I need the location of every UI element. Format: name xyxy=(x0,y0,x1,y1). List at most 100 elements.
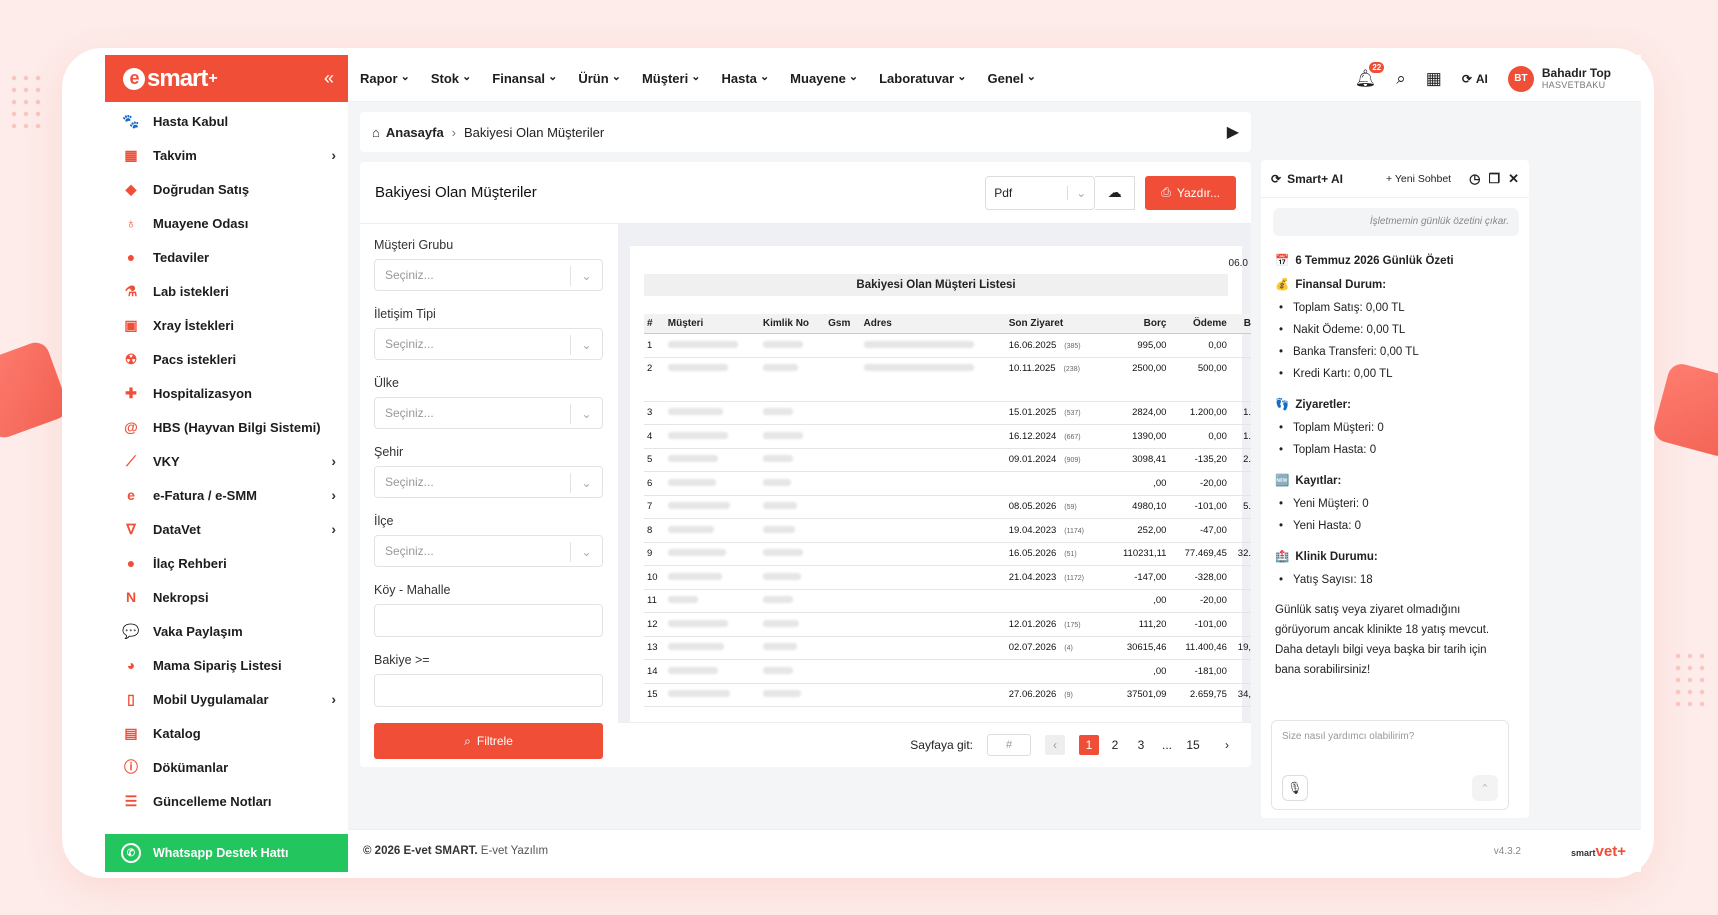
sidebar-item[interactable]: ⓘ Dökümanlar xyxy=(105,750,348,784)
table-row[interactable]: 11 ,00 -20,00 xyxy=(644,589,1251,613)
sidebar-item[interactable]: ● Tedaviler xyxy=(105,240,348,274)
sidebar-item[interactable]: e e-Fatura / e-SMM › xyxy=(105,478,348,512)
filter-input[interactable] xyxy=(374,604,603,637)
user-menu[interactable]: BT Bahadır Top HASVETBAKU xyxy=(1507,65,1611,92)
screen-play-icon[interactable]: ▶︎ xyxy=(1227,122,1239,142)
filter-select[interactable]: Seçiniz... ⌄ xyxy=(374,466,603,498)
microphone-icon[interactable]: 🎙︎ xyxy=(1282,775,1308,801)
table-row[interactable]: 4 16.12.2024 (667) 1390,00 0,00 1. xyxy=(644,424,1251,449)
prev-page-button[interactable]: ‹ xyxy=(1045,735,1065,755)
bell-icon[interactable]: 🔔︎ 22 xyxy=(1355,61,1385,89)
sidebar-item[interactable]: ▦ Takvim › xyxy=(105,138,348,172)
cell-b: 32. xyxy=(1229,542,1251,566)
report-viewer[interactable]: 06.0 Bakiyesi Olan Müşteri Listesi # Müşt… xyxy=(618,224,1251,722)
table-row[interactable]: 15 27.06.2026 (9) 37501,09 2.659,75 34, xyxy=(644,683,1251,707)
redacted-text xyxy=(667,549,726,557)
table-row[interactable]: 5 09.01.2024 (909) 3098,41 -135,20 2. xyxy=(644,448,1251,472)
goto-page-label: Sayfaya git: xyxy=(910,738,973,752)
nav-item[interactable]: Genel xyxy=(988,71,1036,86)
sidebar-item[interactable]: ♁ Muayene Odası xyxy=(105,206,348,240)
cell-odeme: 500,00 xyxy=(1169,357,1230,402)
filter-select[interactable]: Seçiniz... ⌄ xyxy=(374,259,603,291)
collapse-sidebar-icon[interactable]: « xyxy=(324,68,334,89)
next-page-button[interactable]: › xyxy=(1217,735,1237,755)
table-row[interactable]: 14 ,00 -181,00 xyxy=(644,659,1251,684)
cell-borc: 1390,00 xyxy=(1107,424,1170,449)
history-icon[interactable]: ◷ xyxy=(1469,171,1480,187)
nav-item[interactable]: Müşteri xyxy=(642,71,701,86)
sidebar-item[interactable]: 💬 Vaka Paylaşım xyxy=(105,614,348,648)
table-row[interactable]: 12 12.01.2026 (175) 111,20 -101,00 xyxy=(644,612,1251,637)
sidebar-item[interactable]: 🐾 Hasta Kabul xyxy=(105,104,348,138)
table-row[interactable]: 7 08.05.2026 (59) 4980,10 -101,00 5. xyxy=(644,495,1251,519)
sidebar-item[interactable]: ∇ DataVet › xyxy=(105,512,348,546)
page-button[interactable]: 1 xyxy=(1079,735,1099,755)
brand-logo[interactable]: e smart + xyxy=(123,65,218,93)
tag-icon: ◆ xyxy=(125,180,137,197)
sidebar-item[interactable]: ▤ Katalog xyxy=(105,716,348,750)
sidebar-item[interactable]: @ HBS (Hayvan Bilgi Sistemi) xyxy=(105,410,348,444)
table-row[interactable]: 13 02.07.2026 (4) 30615,46 11.400,46 19, xyxy=(644,636,1251,660)
sidebar-item[interactable]: ✚ Hospitalizasyon xyxy=(105,376,348,410)
print-button[interactable]: ⎙ Yazdır... xyxy=(1145,175,1236,210)
breadcrumb-separator: › xyxy=(451,124,457,140)
page-button[interactable]: 2 xyxy=(1105,735,1125,755)
sidebar-item[interactable]: ☢ Pacs istekleri xyxy=(105,342,348,376)
copy-icon[interactable]: ❐ xyxy=(1488,171,1500,187)
table-row[interactable]: 1 16.06.2025 (385) 995,00 0,00 xyxy=(644,333,1251,358)
breadcrumb-home[interactable]: ⌂ Anasayfa xyxy=(372,125,444,140)
filter-select[interactable]: Seçiniz... ⌄ xyxy=(374,397,603,429)
sidebar-item[interactable]: ▣ Xray İstekleri xyxy=(105,308,348,342)
close-icon[interactable]: ✕ xyxy=(1508,171,1519,187)
chevron-right-icon: › xyxy=(331,487,336,503)
redacted-text xyxy=(667,666,718,674)
sidebar-item[interactable]: ▯ Mobil Uygulamalar › xyxy=(105,682,348,716)
send-icon[interactable]: ⌃ xyxy=(1472,775,1498,801)
table-row[interactable]: 9 16.05.2026 (51) 110231,11 77.469,45 32. xyxy=(644,542,1251,566)
cell-address xyxy=(860,659,1006,684)
sidebar-item[interactable]: ◆ Doğrudan Satış xyxy=(105,172,348,206)
table-row[interactable]: 10 21.04.2023 (1172) -147,00 -328,00 xyxy=(644,565,1251,590)
download-button[interactable]: ☁ xyxy=(1095,175,1136,210)
sidebar-item[interactable]: N Nekropsi xyxy=(105,580,348,614)
sidebar-item[interactable]: ⟋ VKY › xyxy=(105,444,348,478)
table-row[interactable]: 8 19.04.2023 (1174) 252,00 -47,00 xyxy=(644,518,1251,543)
sidebar-item[interactable]: ⚗ Lab istekleri xyxy=(105,274,348,308)
nav-item[interactable]: Muayene xyxy=(790,71,858,86)
nav-item[interactable]: Laboratuvar xyxy=(879,71,966,86)
nav-item[interactable]: Rapor xyxy=(360,71,410,86)
ai-button[interactable]: ⟳ AI xyxy=(1462,72,1488,86)
cell-id xyxy=(759,333,826,358)
filter-select[interactable]: Seçiniz... ⌄ xyxy=(374,328,603,360)
nav-item[interactable]: Stok xyxy=(431,71,471,86)
sidebar-item-label: Xray İstekleri xyxy=(153,317,234,333)
cell-borc: 2824,00 xyxy=(1107,401,1170,425)
table-row[interactable]: 3 15.01.2025 (537) 2824,00 1.200,00 1. xyxy=(644,401,1251,425)
table-row[interactable]: 6 ,00 -20,00 xyxy=(644,471,1251,496)
sidebar-item[interactable]: ☰ Güncelleme Notları xyxy=(105,784,348,818)
filter-select[interactable]: Seçiniz... ⌄ xyxy=(374,535,603,567)
table-row[interactable]: 2 10.11.2025 (238) 2500,00 500,00 xyxy=(644,357,1251,402)
nav-item[interactable]: Ürün xyxy=(578,71,621,86)
ai-chat-input[interactable]: Size nasıl yardımcı olabilirim? 🎙︎ ⌃ xyxy=(1271,720,1509,810)
qr-code-icon[interactable]: ▦ xyxy=(1426,69,1442,89)
filter-input[interactable] xyxy=(374,674,603,707)
sidebar-item[interactable]: ● İlaç Rehberi xyxy=(105,546,348,580)
nav-item[interactable]: Hasta xyxy=(721,71,769,86)
new-chat-button[interactable]: + Yeni Sohbet xyxy=(1386,173,1451,185)
select-placeholder: Seçiniz... xyxy=(385,337,434,351)
goto-page-input[interactable]: # xyxy=(987,734,1031,756)
nav-item[interactable]: Finansal xyxy=(492,71,557,86)
cell-odeme: 0,00 xyxy=(1169,333,1230,358)
summary-item: Nakit Ödeme: 0,00 TL xyxy=(1275,322,1515,344)
page-button[interactable]: 3 xyxy=(1131,735,1151,755)
sidebar-item[interactable]: ◕ Mama Sipariş Listesi xyxy=(105,648,348,682)
page-button[interactable]: 15 xyxy=(1183,735,1203,755)
brand-bar: e smart + « xyxy=(105,55,348,102)
format-select[interactable]: Pdf ⌄ xyxy=(985,175,1096,210)
filter-button[interactable]: ⌕ Filtrele xyxy=(374,723,603,759)
whatsapp-support-button[interactable]: ✆ Whatsapp Destek Hattı xyxy=(105,834,348,872)
search-icon[interactable]: ⌕ xyxy=(1396,69,1406,89)
cell-id xyxy=(759,495,826,519)
cell-last-visit: 08.05.2026 (59) xyxy=(1005,495,1108,519)
